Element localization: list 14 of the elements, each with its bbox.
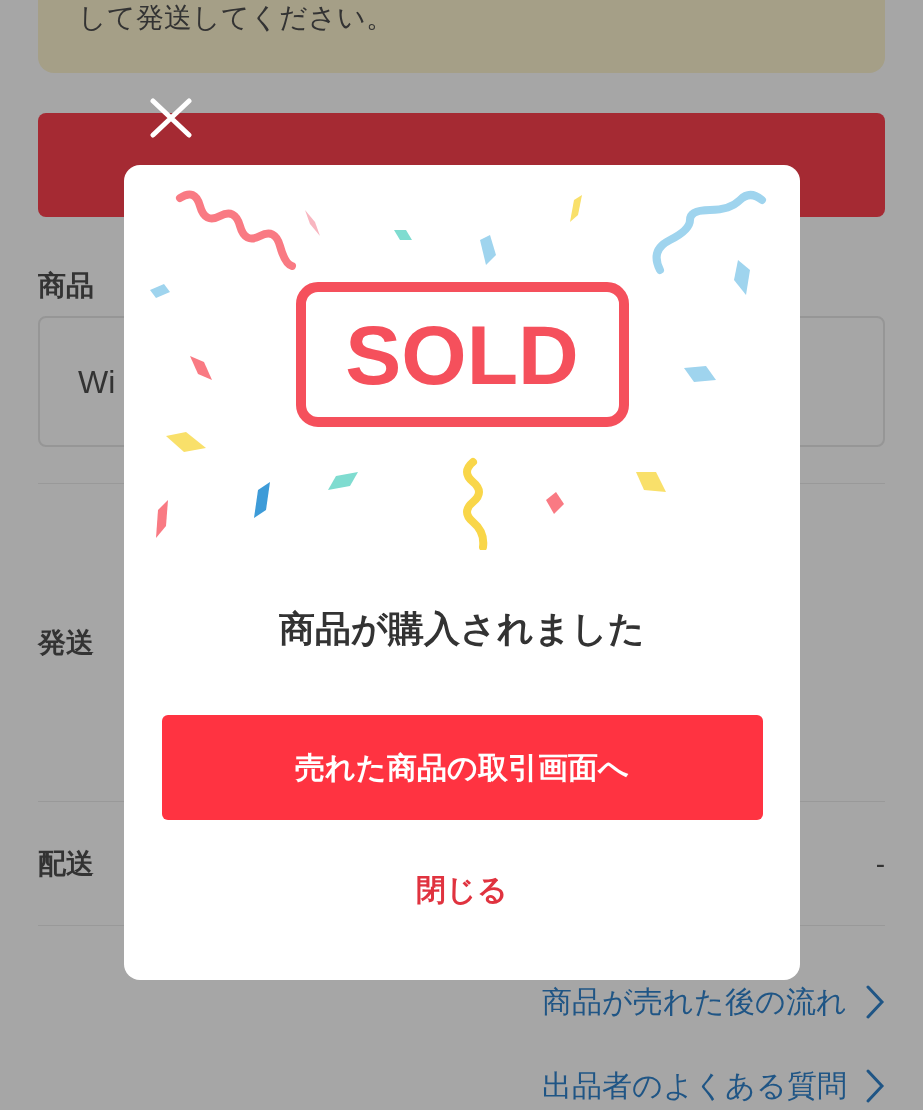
close-button[interactable]: 閉じる — [416, 868, 508, 912]
field-label: 商品 — [38, 269, 95, 303]
chevron-icon — [865, 984, 885, 1020]
help-link[interactable]: 商品が売れた後の流れ — [542, 980, 885, 1024]
notice-text: して発送してください。 — [78, 2, 394, 33]
close-icon[interactable] — [150, 98, 192, 138]
trade-screen-button[interactable]: 売れた商品の取引画面へ — [161, 715, 763, 820]
row-label: 配送 — [38, 846, 94, 881]
help-link[interactable]: 出品者のよくある質問 — [542, 1064, 885, 1108]
sold-stamp: SOLD — [295, 282, 629, 427]
row-value: - — [875, 846, 885, 881]
chevron-icon — [865, 1068, 885, 1104]
dialog-title: 商品が購入されました — [279, 607, 645, 651]
row-label: 発送 — [38, 625, 94, 660]
